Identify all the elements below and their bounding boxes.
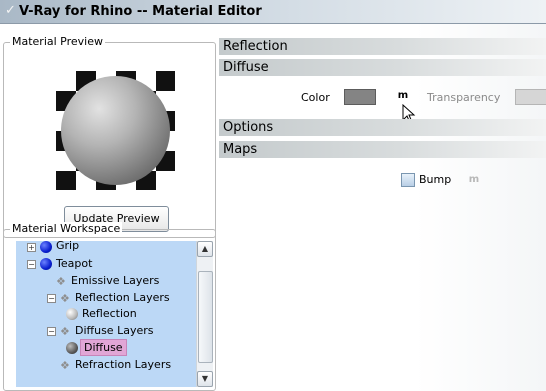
window-title: V-Ray for Rhino -- Material Editor	[19, 4, 262, 19]
scroll-thumb[interactable]	[198, 271, 213, 363]
diffuse-section-header[interactable]: Diffuse	[219, 59, 546, 76]
color-label: Color	[301, 91, 330, 104]
scroll-down-button[interactable]: ▼	[197, 371, 213, 387]
tree-item-emissive-layers[interactable]: ❖ Emissive Layers	[16, 273, 196, 289]
reflection-layer-icon	[66, 308, 78, 320]
tree-item-label: Emissive Layers	[71, 274, 160, 287]
material-ball-icon	[40, 258, 52, 270]
app-icon: ✓	[5, 3, 16, 18]
expand-icon[interactable]: +	[27, 243, 36, 252]
tree-item-label: Reflection Layers	[75, 291, 170, 304]
tree-scrollbar[interactable]: ▲ ▼	[196, 241, 213, 387]
tree-item-label: Diffuse Layers	[75, 324, 154, 337]
tree-item-label: Grip	[56, 241, 80, 252]
diffuse-layer-icon	[66, 342, 78, 354]
tree-item-diffuse-layers[interactable]: − ❖ Diffuse Layers	[16, 323, 196, 339]
material-preview-legend: Material Preview	[10, 35, 106, 48]
tree-item-reflection[interactable]: Reflection	[16, 306, 196, 322]
preview-sphere	[61, 76, 170, 185]
layers-icon: ❖	[60, 359, 70, 372]
material-preview-group: Material Preview Update Preview	[3, 35, 216, 238]
tree-item-teapot[interactable]: − Teapot	[16, 256, 196, 272]
material-preview-image	[56, 71, 175, 190]
color-map-button[interactable]: m	[395, 89, 411, 103]
tree-item-reflection-layers[interactable]: − ❖ Reflection Layers	[16, 290, 196, 306]
layers-icon: ❖	[60, 292, 70, 305]
bump-label: Bump	[419, 173, 452, 186]
collapse-icon[interactable]: −	[47, 327, 56, 336]
transparency-color-swatch[interactable]	[515, 89, 546, 105]
tree-item-label: Teapot	[56, 257, 93, 270]
material-panel: Reflection Diffuse Color m Transparency …	[219, 24, 546, 391]
tree-item-label: Reflection	[82, 307, 137, 320]
left-pane: Material Preview Update Preview Material…	[0, 24, 219, 391]
material-workspace-group: Material Workspace + Grip − Teapot ❖ Emi…	[3, 222, 216, 391]
layers-icon: ❖	[60, 325, 70, 338]
maps-section-header[interactable]: Maps	[219, 141, 546, 158]
material-ball-icon	[40, 241, 52, 253]
tree-item-refraction-layers[interactable]: ❖ Refraction Layers	[16, 357, 196, 373]
transparency-label: Transparency	[427, 91, 501, 104]
layers-icon: ❖	[56, 275, 66, 288]
material-workspace-legend: Material Workspace	[10, 222, 123, 235]
bump-checkbox[interactable]	[401, 173, 415, 187]
tree-item-diffuse[interactable]: Diffuse	[16, 339, 196, 356]
scroll-up-button[interactable]: ▲	[197, 241, 213, 257]
tree-item-label-selected: Diffuse	[80, 339, 127, 356]
collapse-icon[interactable]: −	[27, 260, 36, 269]
collapse-icon[interactable]: −	[47, 294, 56, 303]
tree-item-label: Refraction Layers	[75, 358, 172, 371]
diffuse-color-swatch[interactable]	[344, 89, 376, 105]
tree-item-grip[interactable]: + Grip	[16, 241, 196, 254]
reflection-section-header[interactable]: Reflection	[219, 38, 546, 55]
window-titlebar: ✓ V-Ray for Rhino -- Material Editor	[0, 0, 546, 24]
bump-map-button[interactable]: m	[466, 173, 482, 187]
material-tree[interactable]: + Grip − Teapot ❖ Emissive Layers − ❖ Re…	[16, 241, 196, 387]
options-section-header[interactable]: Options	[219, 119, 546, 136]
